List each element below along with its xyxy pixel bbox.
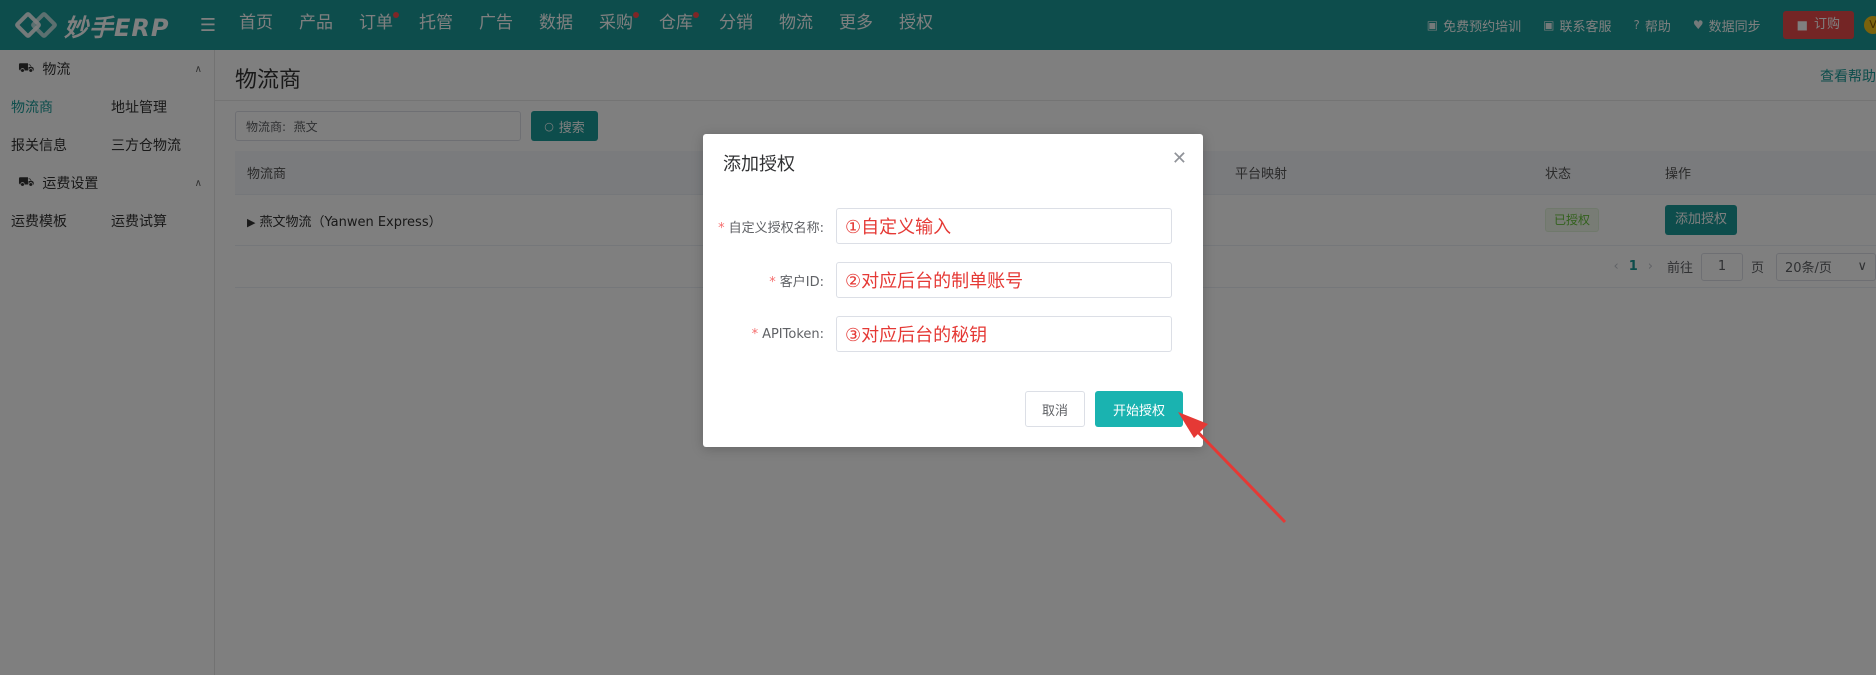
dialog-title: 添加授权 (723, 154, 795, 175)
close-icon[interactable]: ✕ (1172, 148, 1187, 169)
required-mark: * (718, 220, 725, 236)
required-mark: * (769, 274, 776, 290)
api-token-input[interactable] (836, 316, 1172, 352)
form-row-api-token: * APIToken: (703, 316, 1203, 352)
field-label: 客户ID: (779, 274, 824, 290)
cancel-button[interactable]: 取消 (1025, 391, 1085, 427)
api-token-label: * APIToken: (703, 327, 836, 342)
field-label: 自定义授权名称: (728, 220, 824, 236)
form-row-auth-name: * 自定义授权名称: (703, 208, 1203, 244)
field-label: APIToken: (762, 326, 824, 342)
customer-id-input[interactable] (836, 262, 1172, 298)
add-auth-dialog: 添加授权 ✕ *自定义授权名称: *客户ID: *APIToken: 取消 开始… (703, 134, 1203, 447)
start-auth-button[interactable]: 开始授权 (1095, 391, 1183, 427)
required-mark: * (751, 326, 759, 342)
customer-id-label: * 客户ID: (703, 271, 836, 290)
auth-name-label: * 自定义授权名称: (703, 217, 836, 236)
auth-name-input[interactable] (836, 208, 1172, 244)
form-row-customer-id: * 客户ID: (703, 262, 1203, 298)
